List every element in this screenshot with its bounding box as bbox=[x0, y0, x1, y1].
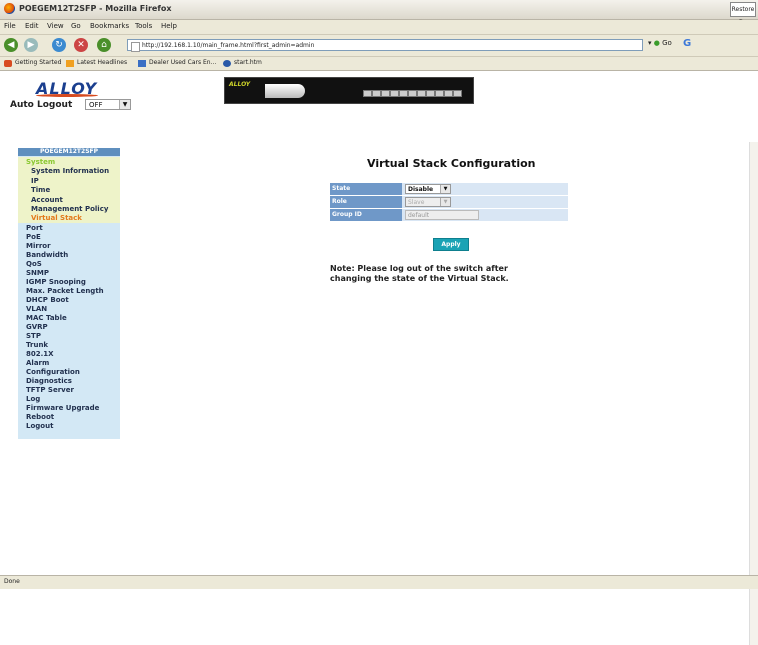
sidebar-item-tftp-server[interactable]: TFTP Server bbox=[26, 386, 74, 394]
globe-icon bbox=[223, 60, 231, 67]
forward-icon[interactable]: ▶ bbox=[24, 38, 38, 52]
sidebar-item-gvrp[interactable]: GVRP bbox=[26, 323, 48, 331]
chevron-down-icon: ▼ bbox=[440, 185, 450, 193]
sidebar-item-dhcp-boot[interactable]: DHCP Boot bbox=[26, 296, 69, 304]
auto-logout-select[interactable]: OFF ▼ bbox=[85, 99, 131, 110]
device-front-panel-image: ALLOY bbox=[224, 77, 474, 104]
sidebar-item-firmware-upgrade[interactable]: Firmware Upgrade bbox=[26, 404, 99, 412]
sidebar-item-diagnostics[interactable]: Diagnostics bbox=[26, 377, 72, 385]
navigation-toolbar: ◀ ▶ ↻ ✕ ⌂ http://192.168.1.10/main_frame… bbox=[0, 35, 758, 57]
sidebar-title: POEGEM12T2SFP bbox=[18, 148, 120, 156]
auto-logout-label: Auto Logout bbox=[10, 100, 73, 110]
menu-go[interactable]: Go bbox=[71, 22, 81, 30]
device-brand: ALLOY bbox=[229, 81, 251, 88]
page-content: ALLOY Auto Logout OFF ▼ ALLOY POEGEM12T2… bbox=[0, 71, 758, 645]
page-icon bbox=[131, 42, 140, 52]
sidebar-item-logout[interactable]: Logout bbox=[26, 422, 53, 430]
sidebar-item-port[interactable]: Port bbox=[26, 224, 43, 232]
sidebar-item-stp[interactable]: STP bbox=[26, 332, 41, 340]
status-text: Done bbox=[4, 578, 20, 585]
sidebar-menu: POEGEM12T2SFP System System Information IP… bbox=[18, 148, 120, 439]
note-text: Note: Please log out of the switch after… bbox=[330, 264, 509, 283]
sidebar-item-trunk[interactable]: Trunk bbox=[26, 341, 48, 349]
sidebar-item-bandwidth[interactable]: Bandwidth bbox=[26, 251, 68, 259]
alloy-logo: ALLOY bbox=[36, 79, 98, 98]
sidebar-item-account[interactable]: Account bbox=[31, 196, 63, 204]
url-text: http://192.168.1.10/main_frame.html?firs… bbox=[142, 42, 315, 49]
go-button[interactable]: ▾ ● Go bbox=[648, 39, 672, 47]
restore-button[interactable]: Restore Do bbox=[730, 2, 756, 26]
state-row: State Disable ▼ bbox=[330, 183, 568, 195]
sidebar-item-ip[interactable]: IP bbox=[31, 177, 39, 185]
role-label: Role bbox=[330, 196, 402, 208]
sidebar-item-802-1x[interactable]: 802.1X bbox=[26, 350, 54, 358]
sidebar-item-vlan[interactable]: VLAN bbox=[26, 305, 47, 313]
bookmark-dealer-used-cars[interactable]: Dealer Used Cars En... bbox=[149, 59, 216, 66]
group-id-label: Group ID bbox=[330, 209, 402, 221]
sidebar-item-igmp-snooping[interactable]: IGMP Snooping bbox=[26, 278, 86, 286]
reload-icon[interactable]: ↻ bbox=[52, 38, 66, 52]
sidebar-item-mirror[interactable]: Mirror bbox=[26, 242, 51, 250]
chevron-down-icon: ▼ bbox=[440, 198, 450, 206]
apply-button[interactable]: Apply bbox=[433, 238, 469, 251]
home-icon[interactable]: ⌂ bbox=[97, 38, 111, 52]
back-icon[interactable]: ◀ bbox=[4, 38, 18, 52]
sidebar-item-system[interactable]: System bbox=[26, 158, 55, 166]
menu-bar: File Edit View Go Bookmarks Tools Help bbox=[0, 20, 758, 35]
bookmark-getting-started[interactable]: Getting Started bbox=[15, 59, 61, 66]
state-label: State bbox=[330, 183, 402, 195]
sidebar-item-max-packet-length[interactable]: Max. Packet Length bbox=[26, 287, 104, 295]
page-right-edge bbox=[749, 142, 758, 645]
menu-bookmarks[interactable]: Bookmarks bbox=[90, 22, 129, 30]
address-bar[interactable]: http://192.168.1.10/main_frame.html?firs… bbox=[127, 39, 643, 52]
sidebar-item-management-policy[interactable]: Management Policy bbox=[31, 205, 108, 213]
window-title: POEGEM12T2SFP - Mozilla Firefox bbox=[19, 4, 172, 13]
title-bar: POEGEM12T2SFP - Mozilla Firefox Restore … bbox=[0, 0, 758, 26]
menu-edit[interactable]: Edit bbox=[25, 22, 39, 30]
state-select[interactable]: Disable ▼ bbox=[405, 184, 451, 194]
bookmarks-toolbar: Getting Started Latest Headlines Dealer … bbox=[0, 57, 758, 71]
sidebar-item-snmp[interactable]: SNMP bbox=[26, 269, 49, 277]
sidebar-item-time[interactable]: Time bbox=[31, 186, 50, 194]
sidebar-item-system-information[interactable]: System Information bbox=[31, 167, 109, 175]
role-row: Role Slave ▼ bbox=[330, 196, 568, 208]
group-id-input: default bbox=[405, 210, 479, 220]
bookmark-start[interactable]: start.htm bbox=[234, 59, 262, 66]
getting-started-icon bbox=[4, 60, 12, 67]
sidebar-item-reboot[interactable]: Reboot bbox=[26, 413, 54, 421]
sidebar-item-qos[interactable]: QoS bbox=[26, 260, 42, 268]
sidebar-item-mac-table[interactable]: MAC Table bbox=[26, 314, 67, 322]
role-select: Slave ▼ bbox=[405, 197, 451, 207]
browser-window: POEGEM12T2SFP - Mozilla Firefox Restore … bbox=[0, 0, 758, 645]
sidebar-item-log[interactable]: Log bbox=[26, 395, 40, 403]
dealer-icon bbox=[138, 60, 146, 67]
rss-icon bbox=[66, 60, 74, 67]
group-id-row: Group ID default bbox=[330, 209, 568, 221]
firefox-icon bbox=[4, 3, 15, 14]
google-search-icon[interactable]: G bbox=[683, 38, 691, 49]
menu-file[interactable]: File bbox=[4, 22, 16, 30]
page-title: Virtual Stack Configuration bbox=[367, 157, 536, 170]
sidebar-item-poe[interactable]: PoE bbox=[26, 233, 41, 241]
sidebar-item-alarm[interactable]: Alarm bbox=[26, 359, 49, 367]
sidebar-item-virtual-stack[interactable]: Virtual Stack bbox=[31, 214, 82, 222]
menu-tools[interactable]: Tools bbox=[135, 22, 152, 30]
sidebar-item-configuration[interactable]: Configuration bbox=[26, 368, 80, 376]
bookmark-latest-headlines[interactable]: Latest Headlines bbox=[77, 59, 127, 66]
status-bar: Done bbox=[0, 575, 758, 589]
stop-icon[interactable]: ✕ bbox=[74, 38, 88, 52]
chevron-down-icon: ▼ bbox=[119, 100, 130, 109]
menu-help[interactable]: Help bbox=[161, 22, 177, 30]
menu-view[interactable]: View bbox=[47, 22, 64, 30]
